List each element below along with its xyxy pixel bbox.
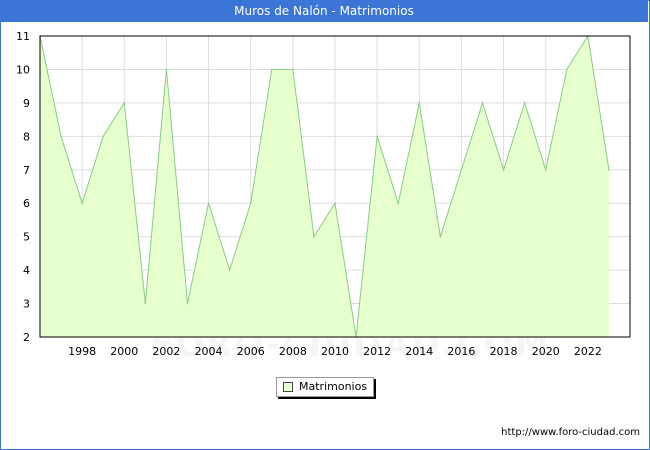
data-point	[228, 269, 231, 271]
y-tick-label: 5	[23, 231, 30, 244]
data-point	[460, 168, 463, 171]
x-tick-label: 2022	[574, 345, 602, 358]
data-point	[81, 202, 83, 205]
data-point	[60, 135, 62, 138]
y-tick-label: 10	[16, 63, 30, 76]
data-point	[270, 68, 273, 71]
data-point	[608, 168, 610, 171]
data-point	[144, 302, 147, 305]
legend: Matrimonios	[276, 377, 374, 397]
data-point	[376, 135, 378, 138]
data-point	[249, 202, 252, 205]
y-tick-label: 4	[23, 264, 30, 277]
data-point	[313, 235, 315, 238]
x-tick-label: 2000	[110, 345, 138, 358]
x-tick-label: 2004	[195, 345, 223, 358]
y-tick-label: 9	[23, 97, 30, 110]
data-point	[165, 68, 168, 71]
x-tick-label: 2002	[152, 345, 180, 358]
data-point	[565, 68, 568, 71]
data-point	[334, 202, 336, 205]
x-tick-label: 1998	[68, 345, 96, 358]
data-point	[439, 235, 442, 238]
x-tick-label: 2020	[532, 345, 560, 358]
y-tick-label: 8	[23, 130, 30, 143]
y-tick-label: 2	[23, 331, 30, 344]
x-tick-label: 2014	[405, 345, 433, 358]
data-point	[502, 168, 505, 171]
data-point	[207, 202, 210, 205]
x-tick-label: 2018	[490, 345, 518, 358]
data-point	[523, 102, 526, 104]
legend-swatch	[283, 382, 293, 392]
data-point	[481, 102, 484, 104]
data-point	[123, 102, 126, 104]
source-url[interactable]: http://www.foro-ciudad.com	[501, 427, 640, 438]
x-tick-label: 2012	[363, 345, 391, 358]
y-tick-label: 7	[23, 164, 30, 177]
x-tick-label: 2010	[321, 345, 349, 358]
data-point	[186, 302, 189, 305]
data-point	[102, 135, 105, 138]
y-tick-label: 3	[23, 298, 30, 311]
y-tick-label: 11	[16, 30, 30, 43]
y-tick-label: 6	[23, 197, 30, 210]
data-point	[397, 202, 400, 205]
x-tick-label: 2016	[447, 345, 475, 358]
data-point	[418, 102, 421, 104]
x-tick-label: 2006	[237, 345, 265, 358]
data-point	[292, 68, 294, 71]
x-tick-label: 2008	[279, 345, 307, 358]
legend-label: Matrimonios	[299, 380, 368, 393]
data-point	[544, 168, 547, 171]
